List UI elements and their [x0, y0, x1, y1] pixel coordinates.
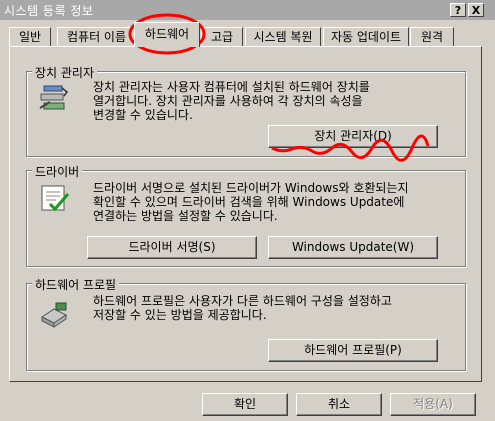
driver-description: 드라이버 서명으로 설치된 드라이버가 Windows와 호환되는지 확인할 수… [93, 181, 409, 223]
tab-computer-name[interactable]: 컴퓨터 이름 [57, 27, 136, 46]
help-button[interactable]: ? [450, 3, 466, 17]
hardware-profile-group-title: 하드웨어 프로필 [32, 276, 120, 293]
device-manager-description: 장치 관리자는 사용자 컴퓨터에 설치된 하드웨어 장치를 열거합니다. 장치 … [93, 80, 370, 122]
tab-remote[interactable]: 원격 [410, 27, 454, 46]
ok-button[interactable]: 확인 [202, 393, 288, 416]
hardware-profile-icon [41, 302, 67, 328]
device-manager-icon [39, 85, 69, 110]
cancel-button[interactable]: 취소 [296, 393, 382, 416]
tab-general[interactable]: 일반 [9, 27, 51, 46]
tab-advanced[interactable]: 고급 [201, 27, 243, 46]
device-manager-group-title: 장치 관리자 [32, 64, 98, 81]
window-title: 시스템 등록 정보 [4, 4, 94, 18]
driver-signing-icon [41, 185, 70, 212]
windows-update-button[interactable]: Windows Update(W) [268, 236, 438, 259]
apply-button[interactable]: 적용(A) [390, 393, 476, 416]
tab-system-restore[interactable]: 시스템 복원 [245, 27, 321, 46]
driver-signing-button[interactable]: 드라이버 서명(S) [87, 236, 257, 259]
close-button[interactable]: X [468, 3, 484, 17]
hardware-profile-description: 하드웨어 프로필은 사용자가 다른 하드웨어 구성을 설정하고 저장할 수 있는… [93, 294, 392, 322]
device-manager-button[interactable]: 장치 관리자(D) [268, 125, 438, 148]
hardware-profile-button[interactable]: 하드웨어 프로필(P) [268, 339, 438, 362]
tab-hardware[interactable]: 하드웨어 [134, 22, 200, 47]
driver-group-title: 드라이버 [32, 163, 83, 180]
tab-automatic-updates[interactable]: 자동 업데이트 [323, 27, 409, 46]
